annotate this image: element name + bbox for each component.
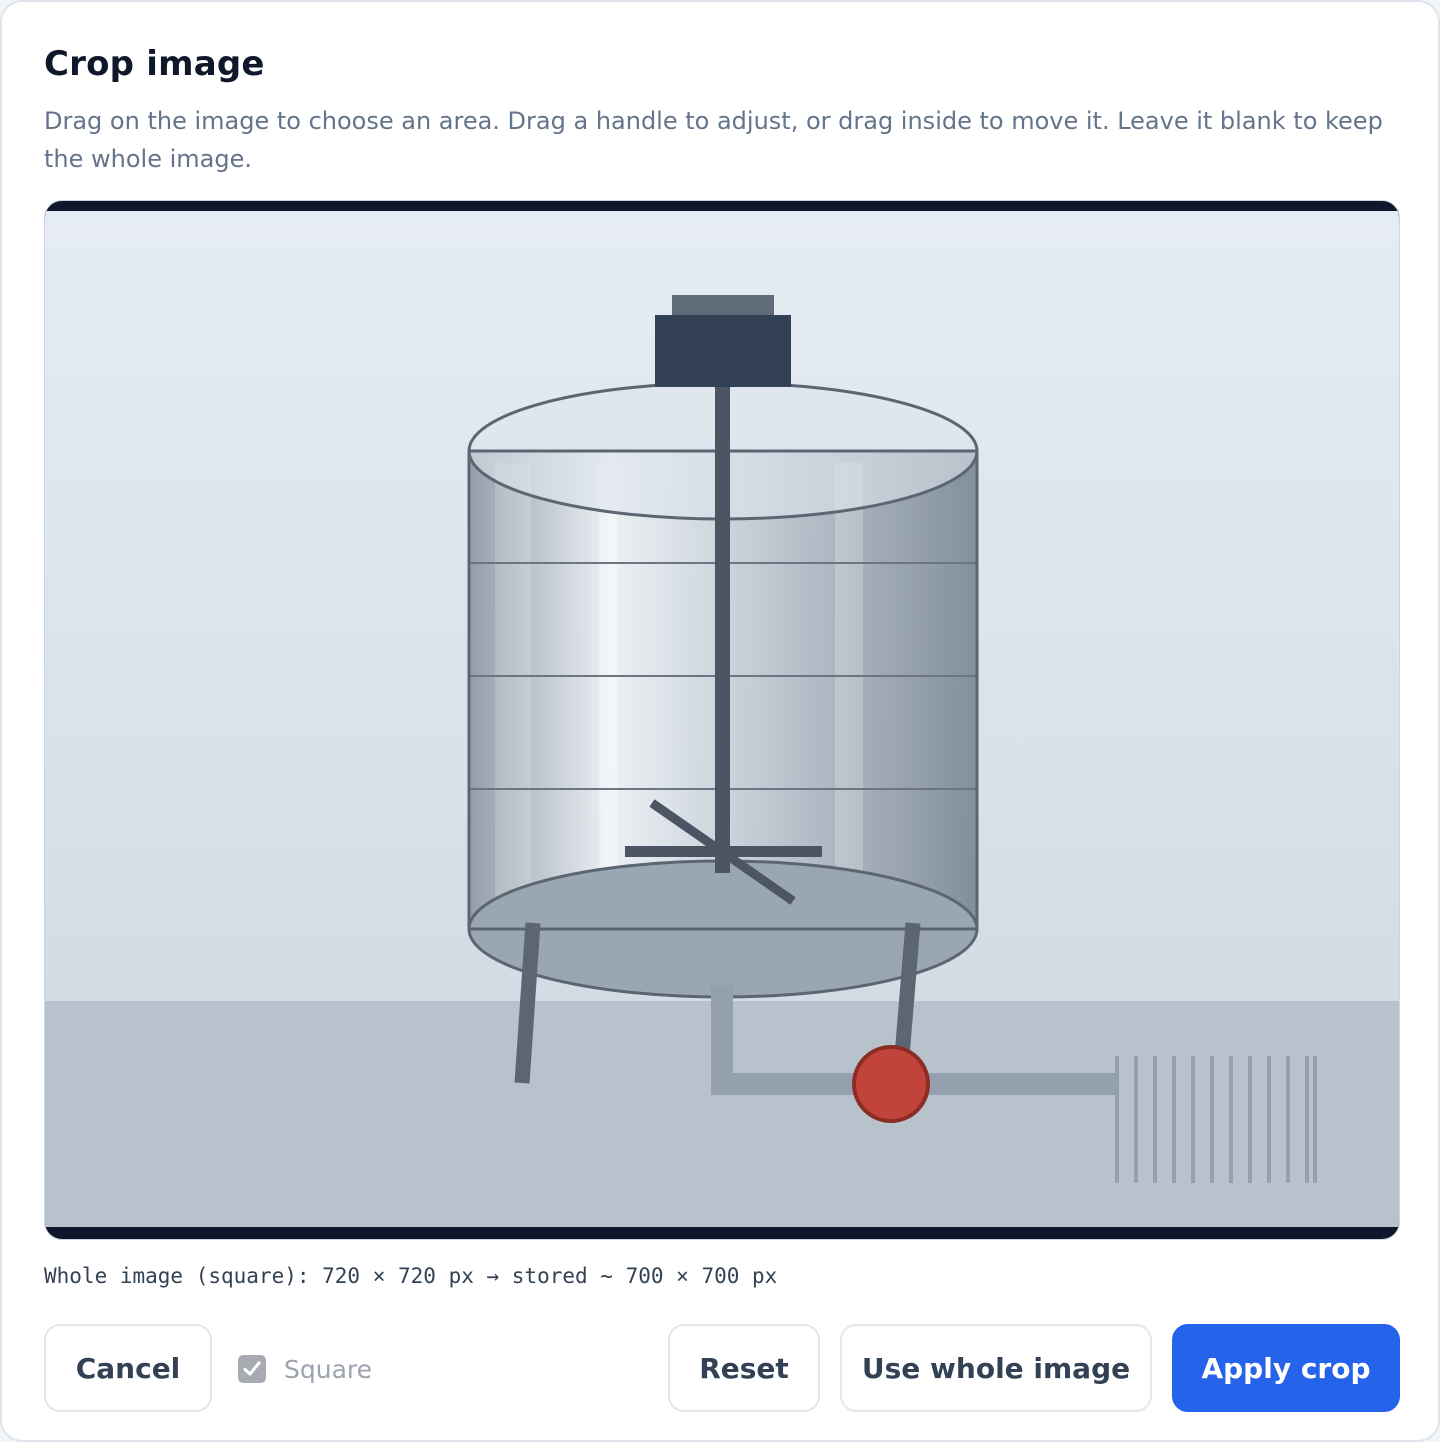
crop-canvas[interactable] (44, 200, 1400, 1240)
reset-button[interactable]: Reset (668, 1324, 820, 1412)
apply-crop-button[interactable]: Apply crop (1172, 1324, 1400, 1412)
square-label: Square (284, 1354, 373, 1384)
square-checkbox[interactable] (238, 1355, 266, 1383)
use-whole-image-button[interactable]: Use whole image (840, 1324, 1152, 1412)
crop-dialog: Crop image Drag on the image to choose a… (0, 0, 1440, 1442)
checkmark-icon (243, 1361, 261, 1376)
motor (655, 295, 791, 387)
valve (852, 1045, 930, 1123)
dialog-description: Drag on the image to choose an area. Dra… (44, 107, 1383, 173)
cancel-button[interactable]: Cancel (44, 1324, 212, 1412)
image-preview[interactable] (45, 211, 1400, 1227)
dialog-title: Crop image (44, 44, 265, 84)
square-toggle[interactable]: Square (238, 1352, 372, 1386)
size-info: Whole image (square): 720 × 720 px → sto… (44, 1264, 778, 1288)
